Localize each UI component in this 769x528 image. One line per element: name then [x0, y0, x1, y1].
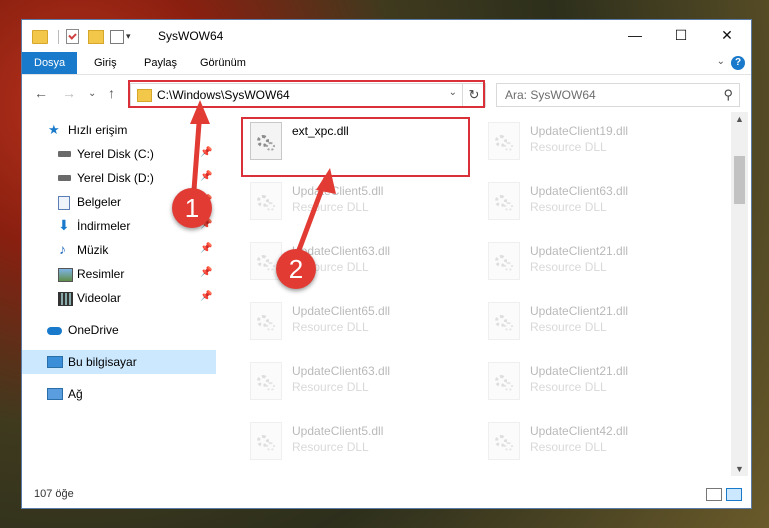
callout-badge-2: 2 — [276, 249, 316, 289]
callout-badge-1: 1 — [172, 188, 212, 228]
annotation-arrows — [190, 100, 336, 259]
